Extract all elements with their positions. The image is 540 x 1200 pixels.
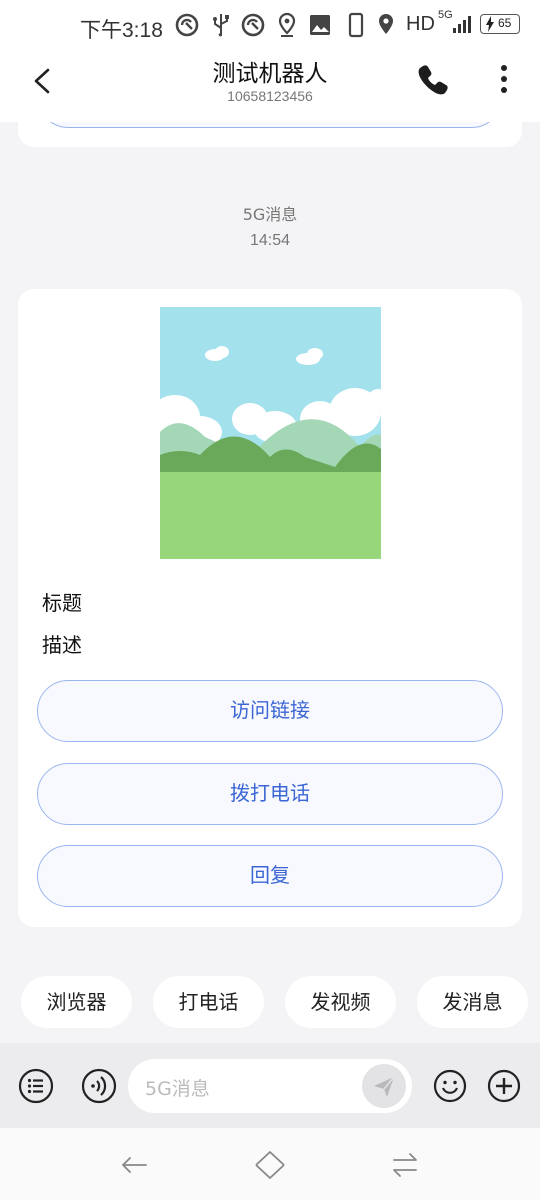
status-bar: 下午3:18 HD 5G 65: [0, 0, 540, 52]
phone-outline-icon: [348, 12, 364, 38]
send-button[interactable]: [362, 1064, 406, 1108]
card-title: 标题: [42, 591, 82, 615]
chat-title: 测试机器人: [212, 61, 328, 87]
menu-list-icon[interactable]: [17, 1067, 55, 1105]
sync-icon: [175, 13, 199, 37]
hd-indicator: HD: [406, 13, 435, 35]
chip-call[interactable]: 打电话: [153, 976, 264, 1028]
voice-icon[interactable]: [80, 1067, 118, 1105]
send-icon: [374, 1076, 395, 1097]
location-outline-icon: [278, 12, 296, 37]
signal-icon: [453, 16, 471, 33]
usb-icon: [213, 14, 229, 37]
input-bar: 5G消息: [0, 1043, 540, 1128]
nav-recents-icon[interactable]: [388, 1148, 422, 1182]
card-image[interactable]: [160, 307, 381, 559]
rich-card: 标题 描述 访问链接 拨打电话 回复: [18, 289, 522, 927]
sync-icon-2: [241, 13, 265, 37]
status-time: 下午3:18: [80, 19, 163, 42]
chat-header: 测试机器人 10658123456: [0, 52, 540, 122]
reply-button[interactable]: 回复: [37, 845, 503, 907]
location-icon: [379, 14, 393, 34]
chip-send-message[interactable]: 发消息: [417, 976, 528, 1028]
quick-reply-chips: 浏览器 打电话 发视频 发消息: [0, 976, 540, 1030]
battery-level: 65: [498, 16, 512, 30]
chip-browser[interactable]: 浏览器: [21, 976, 132, 1028]
dial-phone-button[interactable]: 拨打电话: [37, 763, 503, 825]
message-sender-label: 5G消息: [242, 205, 298, 224]
system-nav-bar: [0, 1128, 540, 1200]
charging-icon: [486, 16, 494, 32]
message-input[interactable]: 5G消息: [128, 1059, 412, 1113]
more-vertical-icon[interactable]: [494, 62, 514, 96]
network-indicator: 5G: [438, 9, 453, 21]
battery-indicator: 65: [480, 14, 520, 34]
image-icon: [310, 15, 330, 35]
add-icon[interactable]: [485, 1067, 523, 1105]
chat-phone-number: 10658123456: [227, 88, 313, 104]
chip-send-video[interactable]: 发视频: [285, 976, 396, 1028]
message-timestamp: 14:54: [249, 232, 291, 249]
nav-back-icon[interactable]: [118, 1148, 152, 1182]
message-input-placeholder: 5G消息: [145, 1078, 210, 1100]
visit-link-button[interactable]: 访问链接: [37, 680, 503, 742]
emoji-icon[interactable]: [431, 1067, 469, 1105]
nav-home-icon[interactable]: [253, 1148, 287, 1182]
card-description: 描述: [42, 633, 82, 657]
phone-icon[interactable]: [416, 62, 450, 96]
